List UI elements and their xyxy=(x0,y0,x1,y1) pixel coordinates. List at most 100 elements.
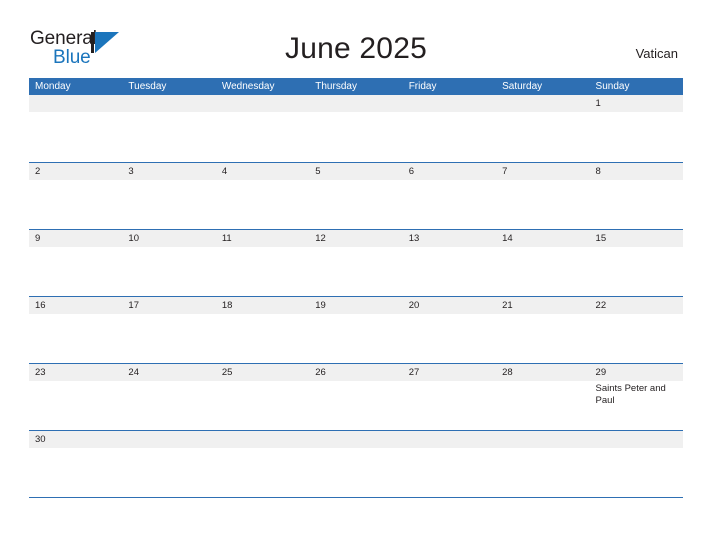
weekday-header-friday: Friday xyxy=(408,81,437,92)
day-cell-23[interactable]: 23 xyxy=(29,364,122,430)
day-cell-empty xyxy=(403,431,496,497)
day-number: 9 xyxy=(35,233,41,244)
day-cell-26[interactable]: 26 xyxy=(309,364,402,430)
day-cell-11[interactable]: 11 xyxy=(216,230,309,296)
weekday-header-wednesday: Wednesday xyxy=(221,81,275,92)
day-cell-empty xyxy=(496,431,589,497)
day-cell-18[interactable]: 18 xyxy=(216,297,309,363)
calendar-week-row: 30 xyxy=(29,430,683,497)
day-cell-empty xyxy=(216,95,309,162)
day-number xyxy=(409,95,493,112)
day-number xyxy=(315,95,399,112)
day-number xyxy=(502,431,586,448)
day-number: 28 xyxy=(502,367,513,378)
day-cell-17[interactable]: 17 xyxy=(122,297,215,363)
day-number xyxy=(596,431,680,448)
day-number: 14 xyxy=(502,233,513,244)
day-number: 15 xyxy=(595,233,607,244)
day-cell-2[interactable]: 2 xyxy=(29,163,122,229)
calendar-bottom-rule xyxy=(29,497,683,498)
day-number: 18 xyxy=(221,300,233,311)
day-number xyxy=(35,95,119,112)
day-number xyxy=(128,95,212,112)
day-number: 1 xyxy=(595,98,601,109)
day-cell-9[interactable]: 9 xyxy=(29,230,122,296)
day-number: 29 xyxy=(595,367,607,378)
weekday-header-row: Monday Tuesday Wednesday Thursday Friday Satu… xyxy=(29,78,683,95)
day-number: 22 xyxy=(595,300,607,311)
day-cell-16[interactable]: 16 xyxy=(29,297,122,363)
day-cell-6[interactable]: 6 xyxy=(403,163,496,229)
day-cell-28[interactable]: 28 xyxy=(496,364,589,430)
day-cell-30[interactable]: 30 xyxy=(29,431,122,497)
weekday-header-tuesday: Tuesday xyxy=(128,81,167,92)
day-cell-25[interactable]: 25 xyxy=(216,364,309,430)
week-cells: 16 17 18 19 20 21 22 xyxy=(29,297,683,363)
day-number: 24 xyxy=(128,367,139,378)
day-cell-7[interactable]: 7 xyxy=(496,163,589,229)
day-number: 7 xyxy=(502,166,508,177)
day-number: 8 xyxy=(595,166,601,177)
day-number: 6 xyxy=(408,166,414,177)
day-cell-19[interactable]: 19 xyxy=(309,297,402,363)
weekday-header-sunday: Sunday xyxy=(595,81,630,92)
day-number: 10 xyxy=(128,233,139,244)
day-cell-empty xyxy=(122,95,215,162)
week-cells: 2 3 4 5 6 7 8 xyxy=(29,163,683,229)
day-cell-29[interactable]: 29 Saints Peter and Paul xyxy=(590,364,683,430)
day-number: 4 xyxy=(221,166,228,177)
weekday-header-thursday: Thursday xyxy=(315,81,357,92)
day-number: 23 xyxy=(35,367,46,378)
week-cells: 1 xyxy=(29,95,683,162)
day-cell-10[interactable]: 10 xyxy=(122,230,215,296)
calendar-grid: Monday Tuesday Wednesday Thursday Friday Satu… xyxy=(29,78,683,497)
day-cell-3[interactable]: 3 xyxy=(122,163,215,229)
day-cell-5[interactable]: 5 xyxy=(309,163,402,229)
day-cell-21[interactable]: 21 xyxy=(496,297,589,363)
day-cell-8[interactable]: 8 xyxy=(590,163,683,229)
day-number: 3 xyxy=(128,166,134,177)
day-cell-15[interactable]: 15 xyxy=(590,230,683,296)
day-events: Saints Peter and Paul xyxy=(596,381,680,406)
day-cell-empty xyxy=(122,431,215,497)
day-cell-13[interactable]: 13 xyxy=(403,230,496,296)
day-cell-24[interactable]: 24 xyxy=(122,364,215,430)
calendar-page: General Blue June 2025 Vatican Monday Tue… xyxy=(0,0,712,550)
day-cell-empty xyxy=(309,95,402,162)
day-cell-20[interactable]: 20 xyxy=(403,297,496,363)
day-cell-22[interactable]: 22 xyxy=(590,297,683,363)
day-number: 5 xyxy=(315,166,321,177)
page-header: General Blue June 2025 Vatican xyxy=(0,0,712,78)
day-number: 12 xyxy=(315,233,326,244)
region-label: Vatican xyxy=(635,46,678,61)
day-cell-empty xyxy=(309,431,402,497)
day-number xyxy=(502,95,586,112)
day-number: 21 xyxy=(502,300,513,311)
day-cell-4[interactable]: 4 xyxy=(216,163,309,229)
page-title: June 2025 xyxy=(285,32,427,65)
week-cells: 30 xyxy=(29,431,683,497)
week-cells: 23 24 25 26 27 28 29 Saints Peter and Paul xyxy=(29,364,683,430)
day-number: 17 xyxy=(128,300,139,311)
day-cell-empty xyxy=(403,95,496,162)
week-cells: 9 10 11 12 13 14 15 xyxy=(29,230,683,296)
day-number xyxy=(409,431,493,448)
weekday-header-saturday: Saturday xyxy=(502,81,543,92)
day-number: 26 xyxy=(315,367,326,378)
day-number: 19 xyxy=(315,300,326,311)
day-cell-1[interactable]: 1 xyxy=(590,95,683,162)
day-cell-27[interactable]: 27 xyxy=(403,364,496,430)
day-number xyxy=(222,95,306,112)
calendar-week-row: 23 24 25 26 27 28 29 Saints Peter and Paul xyxy=(29,363,683,430)
day-cell-14[interactable]: 14 xyxy=(496,230,589,296)
calendar-week-row: 9 10 11 12 13 14 15 xyxy=(29,229,683,296)
calendar-event[interactable]: Saints Peter and Paul xyxy=(596,383,680,406)
day-number xyxy=(222,431,306,448)
day-cell-empty xyxy=(496,95,589,162)
calendar-weeks: 1 2 3 4 5 6 7 8 9 10 11 12 13 14 15 16 17 18 19 20 21 22 23 24 2… xyxy=(29,95,683,497)
day-number: 20 xyxy=(408,300,420,311)
day-cell-12[interactable]: 12 xyxy=(309,230,402,296)
day-cell-empty xyxy=(29,95,122,162)
day-number: 13 xyxy=(408,233,420,244)
day-number: 2 xyxy=(35,166,41,177)
